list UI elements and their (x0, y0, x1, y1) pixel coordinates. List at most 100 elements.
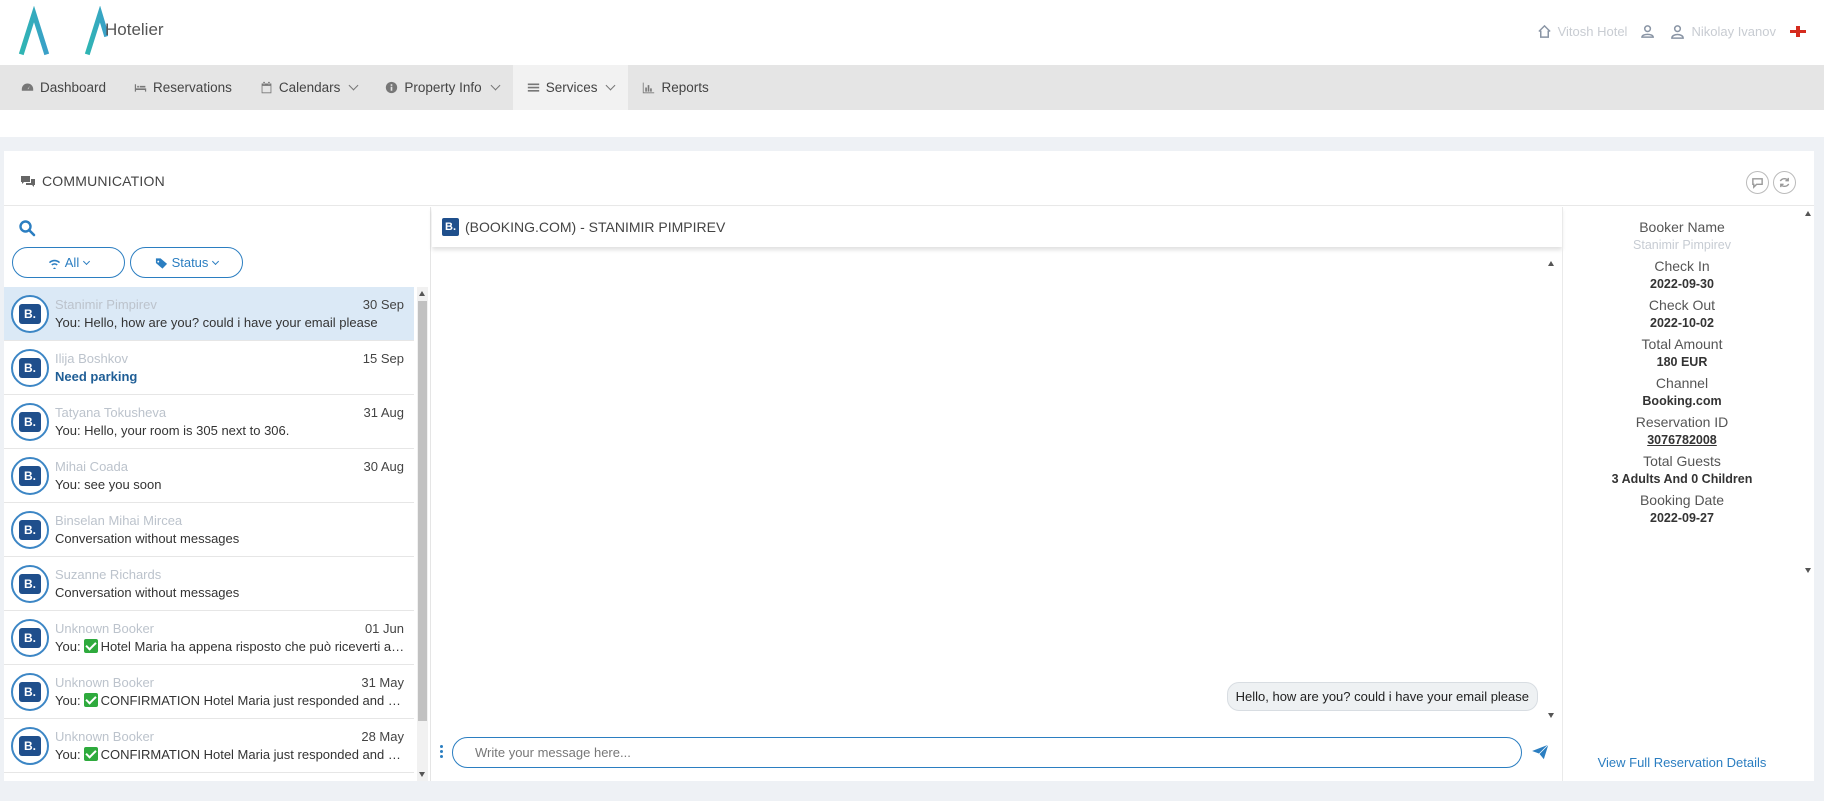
conversation-name: Ilija Boshkov (55, 351, 128, 366)
filter-all-button[interactable]: All (12, 247, 125, 278)
message-composer (432, 733, 1562, 773)
more-options-icon[interactable] (440, 745, 444, 761)
conversation-name: Binselan Mihai Mircea (55, 513, 183, 528)
conversation-preview: Conversation without messages (55, 531, 240, 546)
top-header: Hotelier Vitosh Hotel Nikolay Ivanov (0, 0, 1824, 65)
conversation-item[interactable]: B. Stanimir Pimpirev 30 Sep You: Hello, … (4, 287, 414, 341)
conversation-item[interactable]: B. Unknown Booker 01 Jun You: Hotel Maria… (4, 611, 414, 665)
user-menu[interactable]: Nikolay Ivanov (1670, 24, 1776, 39)
conversation-item[interactable]: B. Unknown Booker 28 May You: CONFIRMATIO… (4, 719, 414, 773)
conversation-name: Tatyana Tokusheva (55, 405, 167, 420)
conversation-preview: You: CONFIRMATION Hotel Maria just respon… (55, 693, 405, 708)
send-icon[interactable] (1530, 743, 1550, 761)
hotel-selector[interactable]: Vitosh Hotel (1537, 24, 1627, 39)
conversation-preview: Need parking (55, 369, 138, 384)
conversation-date: 30 Sep (362, 297, 404, 312)
chat-area: B. (BOOKING.COM) - STANIMIR PIMPIREV Hel… (432, 207, 1562, 781)
booking-avatar: B. (11, 295, 49, 333)
language-flag-icon[interactable] (1790, 26, 1806, 37)
conversation-preview: You: Hotel Maria ha appena risposto che p… (55, 639, 405, 654)
user-name: Nikolay Ivanov (1691, 24, 1776, 39)
scroll-down-icon[interactable] (1805, 568, 1811, 573)
chat-messages: Hello, how are you? could i have your em… (432, 249, 1550, 719)
conversation-item[interactable]: B. Ilija Boshkov 15 Sep Need parking (4, 341, 414, 395)
scroll-up-icon[interactable] (1805, 211, 1811, 216)
panel-actions (1746, 171, 1796, 194)
chat-bubble-icon (1752, 178, 1763, 189)
refresh-button[interactable] (1773, 171, 1796, 194)
conversation-item[interactable]: B. Unknown Booker 31 May You: CONFIRMATIO… (4, 665, 414, 719)
main-navigation: Dashboard Reservations Calendars Propert… (0, 65, 1824, 110)
new-chat-button[interactable] (1746, 171, 1769, 194)
conversation-date: 28 May (361, 729, 404, 744)
green-check-icon (83, 693, 98, 707)
chevron-down-icon (212, 257, 220, 265)
reservation-id-label: Reservation ID (1635, 414, 1729, 430)
check-in-label: Check In (1654, 258, 1710, 274)
channel-value: Booking.com (1642, 394, 1722, 408)
chat-header: B. (BOOKING.COM) - STANIMIR PIMPIREV (432, 207, 1562, 247)
booking-avatar: B. (11, 619, 49, 657)
conversation-preview: Conversation without messages (55, 585, 240, 600)
conversation-name: Unknown Booker (55, 675, 154, 690)
search-icon[interactable] (18, 219, 36, 237)
scroll-down-icon[interactable] (419, 772, 425, 777)
conversation-date: 15 Sep (362, 351, 404, 366)
conversation-date: 31 Aug (363, 405, 405, 420)
details-scrollbar[interactable] (1803, 207, 1814, 577)
scroll-up-icon[interactable] (419, 291, 425, 296)
booking-date-value: 2022-09-27 (1650, 511, 1714, 525)
outgoing-message: Hello, how are you? could i have your em… (1226, 682, 1538, 711)
nav-reports[interactable]: Reports (628, 65, 722, 110)
nav-dashboard[interactable]: Dashboard (7, 65, 120, 110)
users-menu[interactable] (1641, 24, 1656, 39)
view-full-reservation-link[interactable]: View Full Reservation Details (1563, 755, 1801, 770)
conversation-item[interactable]: B. Mihai Coada 30 Aug You: see you soon (4, 449, 414, 503)
list-icon (527, 83, 539, 92)
filter-status-button[interactable]: Status (130, 247, 243, 278)
conversation-item[interactable]: B. Tatyana Tokusheva 31 Aug You: Hello, … (4, 395, 414, 449)
chevron-down-icon (83, 257, 91, 265)
nav-services[interactable]: Services (512, 65, 629, 110)
nav-reservations[interactable]: Reservations (120, 65, 246, 110)
booking-avatar: B. (11, 457, 49, 495)
scroll-thumb[interactable] (418, 301, 427, 721)
green-check-icon (83, 747, 98, 761)
total-guests-label: Total Guests (1643, 453, 1721, 469)
bar-chart-icon (643, 82, 655, 94)
conversation-name: Unknown Booker (55, 621, 154, 636)
scroll-down-icon[interactable] (1548, 713, 1554, 718)
nav-property-info[interactable]: Property Info (371, 65, 512, 110)
conversation-item[interactable]: B. Binselan Mihai Mircea Conversation wi… (4, 503, 414, 557)
message-input[interactable] (452, 737, 1522, 768)
conversation-name: Suzanne Richards (55, 567, 162, 582)
nav-calendars[interactable]: Calendars (246, 65, 372, 110)
conversation-preview: You: Hello, how are you? could i have yo… (55, 315, 378, 330)
conversation-item[interactable]: B. Suzanne Richards Conversation without… (4, 557, 414, 611)
booking-avatar: B. (11, 511, 49, 549)
reservation-details: Booker Name Stanimir Pimpirev Check In 2… (1562, 207, 1814, 781)
scroll-up-icon[interactable] (1548, 261, 1554, 266)
panel-title: COMMUNICATION (20, 173, 165, 189)
channel-label: Channel (1655, 375, 1709, 391)
communication-panel: COMMUNICATION All Status B. Stanimir Pim… (4, 151, 1814, 781)
dashboard-icon (21, 83, 34, 91)
booking-avatar: B. (11, 673, 49, 711)
tag-icon (155, 257, 167, 269)
chat-scrollbar[interactable] (1547, 257, 1557, 722)
conversation-name: Mihai Coada (55, 459, 128, 474)
conversation-list-scrollbar[interactable] (417, 287, 428, 781)
hotelier-logo[interactable] (2, 6, 108, 56)
total-amount-label: Total Amount (1641, 336, 1723, 352)
booking-date-label: Booking Date (1639, 492, 1725, 508)
green-check-icon (83, 639, 98, 653)
conversation-preview: You: see you soon (55, 477, 162, 492)
total-amount-value: 180 EUR (1656, 355, 1708, 369)
reservation-id-link[interactable]: 3076782008 (1563, 433, 1801, 447)
booking-avatar: B. (11, 349, 49, 387)
conversation-date: 30 Aug (363, 459, 405, 474)
conversation-list: B. Stanimir Pimpirev 30 Sep You: Hello, … (4, 287, 414, 781)
booker-name-label: Booker Name (1639, 219, 1725, 235)
users-icon (1641, 25, 1655, 38)
refresh-icon (1779, 177, 1790, 188)
